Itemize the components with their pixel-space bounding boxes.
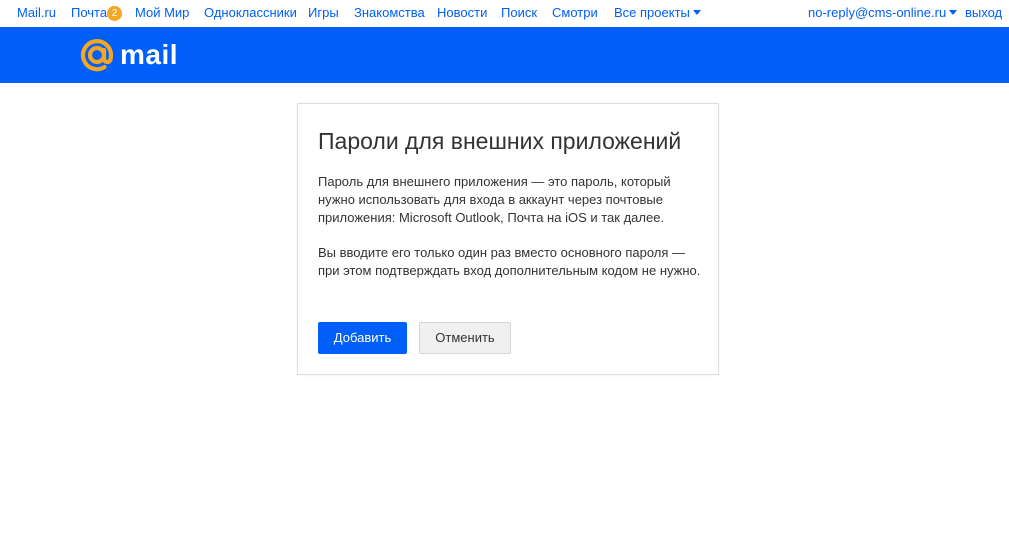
account-dropdown[interactable]: no-reply@cms-online.ru: [808, 5, 958, 21]
at-sign-icon: [80, 39, 114, 72]
nav-link-smotri[interactable]: Смотри: [552, 5, 598, 21]
nav-link-pochta[interactable]: Почта: [71, 5, 107, 21]
cancel-button[interactable]: Отменить: [419, 322, 511, 354]
brand-header: mail: [0, 27, 1009, 83]
app-passwords-dialog: Пароли для внешних приложений Пароль для…: [297, 103, 719, 375]
dialog-description: Пароль для внешнего приложения — это пар…: [318, 174, 671, 225]
nav-link-mailru[interactable]: Mail.ru: [17, 5, 56, 21]
unread-count-badge: 2: [107, 6, 122, 21]
nav-link-moy-mir[interactable]: Мой Мир: [135, 5, 189, 21]
chevron-down-icon: [692, 10, 701, 16]
dialog-title: Пароли для внешних приложений: [318, 128, 682, 154]
all-projects-dropdown[interactable]: Все проекты: [614, 5, 701, 21]
nav-link-poisk[interactable]: Поиск: [501, 5, 537, 21]
nav-link-igry[interactable]: Игры: [308, 5, 339, 21]
dialog-note: Вы вводите его только один раз вместо ос…: [318, 245, 701, 278]
chevron-down-icon: [949, 10, 958, 16]
nav-link-odnoklassniki[interactable]: Одноклассники: [204, 5, 297, 21]
mail-logo[interactable]: mail: [80, 38, 178, 72]
all-projects-label: Все проекты: [614, 5, 690, 20]
nav-link-novosti[interactable]: Новости: [437, 5, 487, 21]
top-navigation: Mail.ru Почта 2 Мой Мир Одноклассники Иг…: [0, 0, 1009, 27]
logout-link[interactable]: выход: [965, 5, 1002, 21]
logo-text: mail: [120, 39, 179, 70]
account-email: no-reply@cms-online.ru: [808, 5, 947, 20]
nav-link-znakomstva[interactable]: Знакомства: [354, 5, 425, 21]
add-button[interactable]: Добавить: [318, 322, 407, 354]
